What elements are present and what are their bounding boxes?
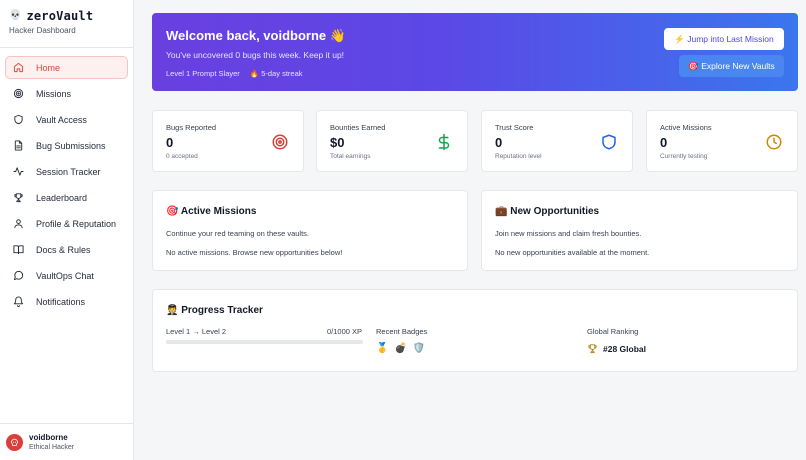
bell-icon [13,296,24,307]
skull-icon: 💀 [9,10,22,21]
activity-icon [13,166,24,177]
trophy-icon [588,344,597,354]
sidebar-item-bug-submissions[interactable]: Bug Submissions [5,134,128,157]
stat-card-bounties-earned: Bounties Earned $0 Total earnings [316,110,468,172]
stat-card-trust-score: Trust Score 0 Reputation level [481,110,633,172]
bomb-badge-icon[interactable]: 💣 [394,343,406,354]
avatar [6,433,23,451]
sidebar-item-notifications[interactable]: Notifications [5,290,128,313]
target-icon [13,88,24,99]
new-opportunities-panel: 💼 New Opportunities Join new missions an… [481,190,798,271]
xp-progress-bar [166,340,363,344]
sidebar-nav: Home Missions Vault Access Bug Submissio… [0,48,133,313]
hero-meta: Level 1 Prompt Slayer 🔥 5-day streak [166,69,303,78]
shield-icon [600,133,618,151]
welcome-subtitle: You've uncovered 0 bugs this week. Keep … [166,50,345,60]
badges-list: 🥇 💣 🛡️ [376,343,425,354]
home-icon [13,62,24,73]
global-ranking-value: #28 Global [603,343,646,354]
shield-icon [13,114,24,125]
sidebar-item-leaderboard[interactable]: Leaderboard [5,186,128,209]
brand: 💀 zeroVault Hacker Dashboard [0,0,133,48]
global-ranking: #28 Global [587,343,646,354]
clock-icon [765,133,783,151]
active-missions-title: 🎯 Active Missions [166,206,257,217]
sidebar-item-profile[interactable]: Profile & Reputation [5,212,128,235]
stat-label: Trust Score [495,123,534,132]
shield-badge-icon[interactable]: 🛡️ [413,343,425,354]
sidebar-item-chat[interactable]: VaultOps Chat [5,264,128,287]
sidebar-item-missions[interactable]: Missions [5,82,128,105]
level-text: Level 1 Prompt Slayer [166,69,240,78]
sidebar-item-label: Home [36,62,61,73]
active-missions-description: Continue your red teaming on these vault… [166,229,310,238]
stat-card-bugs-reported: Bugs Reported 0 0 accepted [152,110,304,172]
stat-label: Bugs Reported [166,123,217,132]
stat-card-active-missions: Active Missions 0 Currently testing [646,110,798,172]
stat-sub: Total earnings [330,153,371,160]
streak-text: 🔥 5-day streak [249,69,303,78]
welcome-banner: Welcome back, voidborne 👋 You've uncover… [152,13,798,91]
sidebar: 💀 zeroVault Hacker Dashboard Home Missio… [0,0,134,460]
active-missions-panel: 🎯 Active Missions Continue your red team… [152,190,468,271]
stat-sub: Reputation level [495,153,542,160]
global-ranking-label: Global Ranking [587,327,639,336]
medal-badge-icon[interactable]: 🥇 [376,343,388,354]
active-missions-empty: No active missions. Browse new opportuni… [166,248,343,257]
book-icon [13,244,24,255]
stat-sub: 0 accepted [166,153,198,160]
xp-label: 0/1000 XP [327,327,363,336]
sidebar-item-label: Notifications [36,296,86,307]
sidebar-item-label: Profile & Reputation [36,218,117,229]
dollar-icon [435,133,453,151]
sidebar-item-label: Missions [36,88,72,99]
sidebar-item-label: VaultOps Chat [36,270,94,281]
sidebar-item-label: Docs & Rules [36,244,91,255]
app-subtitle: Hacker Dashboard [9,26,76,35]
sidebar-item-label: Bug Submissions [36,140,106,151]
progress-tracker-title: 🧑‍✈️ Progress Tracker [166,305,263,316]
sidebar-item-session-tracker[interactable]: Session Tracker [5,160,128,183]
user-icon [13,218,24,229]
new-opportunities-description: Join new missions and claim fresh bounti… [495,229,642,238]
new-opportunities-empty: No new opportunities available at the mo… [495,248,650,257]
app-name: zeroVault [26,9,94,23]
level-progress-label: Level 1 → Level 2 [166,327,227,336]
user-profile[interactable]: voidborne Ethical Hacker [0,423,134,460]
stat-sub: Currently testing [660,153,708,160]
trophy-icon [13,192,24,203]
user-name: voidborne [29,433,68,442]
sidebar-item-docs[interactable]: Docs & Rules [5,238,128,261]
sidebar-item-label: Leaderboard [36,192,88,203]
sidebar-item-label: Session Tracker [36,166,101,177]
progress-tracker-panel: 🧑‍✈️ Progress Tracker Level 1 → Level 2 … [152,289,798,372]
jump-into-last-mission-button[interactable]: ⚡ Jump into Last Mission [664,28,784,50]
new-opportunities-title: 💼 New Opportunities [495,206,600,217]
target-icon [271,133,289,151]
sidebar-item-home[interactable]: Home [5,56,128,79]
stat-label: Active Missions [660,123,712,132]
document-icon [13,140,24,151]
recent-badges-label: Recent Badges [376,327,428,336]
welcome-title: Welcome back, voidborne 👋 [166,28,346,43]
explore-new-vaults-button[interactable]: 🎯 Explore New Vaults [679,55,784,77]
chat-icon [13,270,24,281]
skull-icon [11,438,18,446]
sidebar-item-vault-access[interactable]: Vault Access [5,108,128,131]
stat-label: Bounties Earned [330,123,386,132]
user-role: Ethical Hacker [29,444,75,451]
sidebar-item-label: Vault Access [36,114,87,125]
